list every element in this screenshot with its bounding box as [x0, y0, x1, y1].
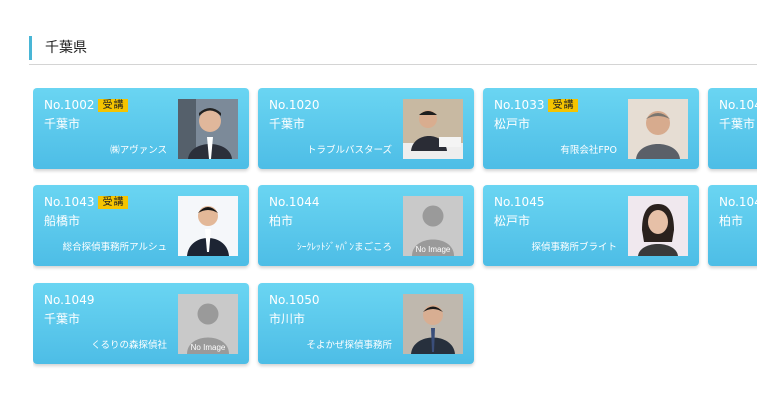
agency-number: No.1046	[719, 194, 757, 210]
agent-photo	[403, 99, 463, 159]
agency-city: 柏市	[269, 214, 294, 228]
course-badge: 受講	[548, 99, 579, 112]
agency-company-name: トラブルバスターズ	[306, 145, 392, 156]
agency-city: 船橋市	[44, 214, 81, 228]
agency-card[interactable]: No.1046 柏市	[708, 185, 757, 266]
agency-company-name: ｼｰｸﾚｯﾄｼﾞｬﾊﾟﾝまごころ	[296, 242, 392, 253]
agency-number: No.1045	[494, 194, 544, 210]
no-image-label: No Image	[415, 245, 451, 254]
agent-photo	[178, 99, 238, 159]
agency-city: 市川市	[269, 312, 306, 326]
agency-company-name: そよかぜ探偵事務所	[306, 340, 392, 351]
agency-number: No.1049	[44, 292, 94, 308]
agency-number-text: No.1050	[269, 293, 320, 307]
no-image-label: No Image	[190, 343, 226, 352]
agency-company-name: 探偵事務所ブライト	[531, 242, 617, 253]
agency-card[interactable]: No.1043 受講 船橋市 総合探偵事務所アルシュ	[33, 185, 249, 266]
agency-number: No.1050	[269, 292, 319, 308]
agency-number-text: No.1045	[494, 195, 545, 209]
agency-city: 千葉市	[44, 312, 81, 326]
agency-number: No.1043 受講	[44, 194, 129, 210]
no-image-placeholder: No Image	[178, 294, 238, 354]
agency-card[interactable]: No.1045 松戸市探偵事務所ブライト	[483, 185, 699, 266]
agency-card[interactable]: No.1041 千葉市	[708, 88, 757, 169]
agent-photo	[628, 99, 688, 159]
agency-company-name: 有限会社FPO	[560, 145, 617, 156]
agency-city: 千葉市	[44, 117, 81, 131]
prefecture-section: 千葉県 No.1002 受講 千葉市 ㈱アヴァンス No.1020 千葉市 トラブルバスター…	[0, 0, 757, 402]
agent-photo	[403, 294, 463, 354]
heading-divider	[29, 64, 757, 65]
section-title: 千葉県	[45, 40, 87, 56]
agency-company-name: ㈱アヴァンス	[110, 145, 167, 156]
agency-city: 松戸市	[494, 214, 531, 228]
agency-number: No.1033 受講	[494, 97, 579, 113]
agency-number-text: No.1020	[269, 98, 320, 112]
no-image-placeholder: No Image	[403, 196, 463, 256]
agent-photo	[628, 196, 688, 256]
agency-city: 千葉市	[269, 117, 306, 131]
agency-number-text: No.1046	[719, 195, 757, 209]
agency-number: No.1041	[719, 97, 757, 113]
agency-number-text: No.1044	[269, 195, 320, 209]
agency-card[interactable]: No.1002 受講 千葉市 ㈱アヴァンス	[33, 88, 249, 169]
agency-card[interactable]: No.1020 千葉市トラブルバスターズ	[258, 88, 474, 169]
agency-number-text: No.1049	[44, 293, 95, 307]
agency-card-grid: No.1002 受講 千葉市 ㈱アヴァンス No.1020 千葉市 トラブルバスターズ No.…	[33, 88, 757, 378]
section-heading: 千葉県	[29, 36, 757, 60]
agency-card[interactable]: No.1033 受講 松戸市 有限会社FPO	[483, 88, 699, 169]
agency-card[interactable]: No.1044 柏市 ｼｰｸﾚｯﾄｼﾞｬﾊﾟﾝまごころ No Image	[258, 185, 474, 266]
course-badge: 受講	[98, 99, 129, 112]
agency-card[interactable]: No.1050 市川市そよかぜ探偵事務所	[258, 283, 474, 364]
agency-company-name: 総合探偵事務所アルシュ	[62, 242, 167, 253]
agency-number: No.1020	[269, 97, 319, 113]
agency-city: 柏市	[719, 214, 744, 228]
agency-company-name: くるりの森探偵社	[91, 340, 167, 351]
agency-city: 松戸市	[494, 117, 531, 131]
agency-number-text: No.1041	[719, 98, 757, 112]
agency-number: No.1044	[269, 194, 319, 210]
agency-number: No.1002 受講	[44, 97, 129, 113]
agency-city: 千葉市	[719, 117, 756, 131]
agency-number-text: No.1033	[494, 98, 545, 112]
agency-number-text: No.1043	[44, 195, 95, 209]
agent-photo	[178, 196, 238, 256]
course-badge: 受講	[98, 196, 129, 209]
agency-number-text: No.1002	[44, 98, 95, 112]
agency-card[interactable]: No.1049 千葉市くるりの森探偵社 No Image	[33, 283, 249, 364]
